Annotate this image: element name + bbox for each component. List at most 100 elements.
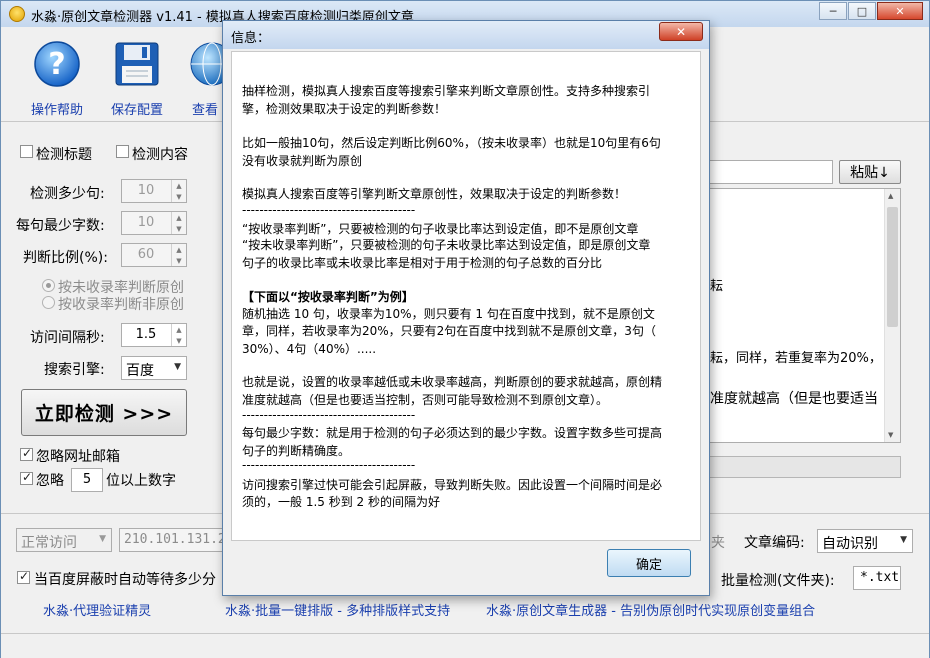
radio-unindexed[interactable] [42, 279, 55, 292]
message-line: 【下面以“按收录率判断”为例】 [242, 290, 414, 304]
dialog-close-button[interactable]: ✕ [659, 22, 703, 41]
min-chars-label: 每句最少字数: [16, 218, 105, 234]
radio-indexed[interactable] [42, 296, 55, 309]
scroll-thumb[interactable] [887, 207, 898, 327]
message-line: ---------------------------------------- [242, 203, 416, 217]
encoding-label: 文章编码: [744, 535, 805, 551]
textarea-line: 耘，同样，若重复率为20%， [710, 351, 882, 366]
url-input[interactable] [707, 160, 833, 184]
engine-value: 百度 [126, 363, 154, 379]
dialog-title-bar[interactable]: 信息： ✕ [223, 21, 709, 49]
ratio-arrows[interactable]: ▲ ▼ [171, 244, 186, 266]
info-dialog: 信息： ✕ 抽样检测，模拟真人搜索百度等搜索引擎来判断文章原创性。支持多种搜索引… [222, 20, 710, 596]
message-line: 随机抽选 10 句，收录率为10%，则只要有 1 句在百度中找到，就不是原创文 [242, 307, 655, 321]
message-line: “按未收录率判断”，只要被检测的句子未收录比率达到设定值，即是原创文章 [242, 238, 651, 252]
ignore-url-checkbox[interactable] [20, 446, 33, 461]
check-content-checkbox[interactable] [116, 145, 129, 158]
access-mode-select[interactable]: 正常访问 ▼ [16, 528, 112, 552]
folder-label-fragment: 夹 [711, 535, 725, 551]
save-icon [115, 42, 159, 86]
link-proxy-checker[interactable]: 水淼·代理验证精灵 [43, 600, 151, 619]
ignore-digits-input[interactable]: 5 [71, 468, 103, 492]
dialog-title: 信息： [231, 31, 271, 46]
ok-button[interactable]: 确定 [607, 549, 691, 577]
encoding-value: 自动识别 [822, 536, 878, 552]
sentences-arrows[interactable]: ▲ ▼ [171, 180, 186, 202]
message-line: 擎，检测效果取决于设定的判断参数！ [242, 102, 447, 116]
globe-icon [190, 42, 222, 86]
article-textarea[interactable]: 耘 耘，同样，若重复率为20%， 准度就越高（但是也要适当 ▲ ▼ [707, 188, 901, 443]
radio-indexed-label: 按收录率判断非原创 [58, 297, 184, 313]
interval-label: 访问间隔秒: [30, 330, 105, 346]
ignore-digits-value: 5 [82, 472, 92, 487]
ratio-label: 判断比例(%): [23, 250, 108, 266]
access-mode-value: 正常访问 [21, 535, 77, 551]
textarea-line: 耘 [710, 279, 724, 294]
ignore-digits-checkbox[interactable] [20, 470, 33, 485]
message-line: “按收录率判断”，只要被检测的句子收录比率达到设定值，即不是原创文章 [242, 222, 639, 236]
chevron-down-icon: ▼ [900, 535, 907, 545]
ratio-value: 60 [137, 247, 155, 262]
maximize-button[interactable]: □ [848, 2, 876, 20]
chevron-down-icon: ▼ [174, 362, 181, 372]
save-config-label: 保存配置 [110, 103, 163, 118]
message-line: 也就是说，设置的收录率越低或未收录率越高，判断原创的要求就越高，原创精 [242, 375, 663, 389]
message-line: 准度就越高（但是也要适当控制，否则可能导致检测不到原创文章）。 [242, 393, 609, 407]
help-icon: ? [34, 41, 80, 87]
textarea-scrollbar[interactable]: ▲ ▼ [884, 189, 900, 442]
ignore-digits-suffix: 位以上数字 [106, 473, 176, 489]
message-line: 比如一般抽10句，然后设定判断比例60%，（按未收录率）也就是10句里有6句 [242, 136, 661, 150]
message-line: 章，同样，若收录率为20%，只要有2句在百度中找到就不是原创文章，3句（ [242, 324, 656, 338]
chevron-down-icon: ▼ [99, 534, 106, 544]
message-line: 模拟真人搜索百度等引擎判断文章原创性，效果取决于设定的判断参数！ [242, 187, 627, 201]
ignore-url-label: 忽略网址邮箱 [36, 449, 120, 465]
view-label: 查看 [192, 103, 219, 118]
help-label: 操作帮助 [30, 103, 83, 118]
message-line: 抽样检测，模拟真人搜索百度等搜索引擎来判断文章原创性。支持多种搜索引 [242, 84, 651, 98]
ignore-digits-prefix: 忽略 [36, 473, 64, 489]
scroll-up-icon[interactable]: ▲ [888, 192, 893, 200]
status-bar [1, 633, 929, 658]
check-content-label: 检测内容 [132, 147, 188, 163]
min-chars-value: 10 [137, 215, 155, 230]
min-chars-stepper[interactable]: 10 ▲ ▼ [121, 211, 187, 235]
sentences-value: 10 [137, 183, 155, 198]
link-article-generator[interactable]: 水淼·原创文章生成器 - 告别伪原创时代实现原创变量组合 [486, 600, 815, 619]
message-line: ---------------------------------------- [242, 408, 416, 422]
min-chars-arrows[interactable]: ▲ ▼ [171, 212, 186, 234]
message-line: 句子的判断精确度。 [242, 444, 351, 458]
message-line: 句子的收录比率或未收录比率是相对于用于检测的句子总数的百分比 [242, 256, 603, 270]
view-button[interactable]: 查看 [182, 39, 222, 118]
scroll-down-icon[interactable]: ▼ [888, 431, 893, 439]
message-line: 每句最少字数：就是用于检测的句子必须达到的最少字数。设置字数多些可提高 [242, 426, 663, 440]
ip-field[interactable]: 210.101.131.2 [119, 528, 227, 552]
dialog-message: 抽样检测，模拟真人搜索百度等搜索引擎来判断文章原创性。支持多种搜索引 擎，检测效… [231, 51, 701, 541]
interval-stepper[interactable]: 1.5 ▲ ▼ [121, 323, 187, 347]
ratio-stepper[interactable]: 60 ▲ ▼ [121, 243, 187, 267]
encoding-select[interactable]: 自动识别 ▼ [817, 529, 913, 553]
message-line: 30%）、4句（40%）..... [242, 342, 377, 356]
link-batch-format[interactable]: 水淼·批量一键排版 - 多种排版样式支持 [225, 600, 450, 619]
minimize-button[interactable]: ─ [819, 2, 847, 20]
engine-select[interactable]: 百度 ▼ [121, 356, 187, 380]
message-line: 没有收录就判断为原创 [242, 154, 363, 168]
start-check-button[interactable]: 立即检测 >>> [21, 389, 187, 436]
interval-value: 1.5 [135, 327, 157, 342]
check-title-checkbox[interactable] [20, 145, 33, 158]
svg-text:?: ? [48, 47, 65, 82]
interval-arrows[interactable]: ▲ ▼ [171, 324, 186, 346]
message-line: 访问搜索引擎过快可能会引起屏蔽，导致判断失败。因此设置一个间隔时间是必 [242, 478, 663, 492]
auto-wait-label: 当百度屏蔽时自动等待多少分 [34, 572, 216, 588]
sentences-stepper[interactable]: 10 ▲ ▼ [121, 179, 187, 203]
help-button[interactable]: ? 操作帮助 [22, 39, 92, 118]
file-extension-field[interactable]: *.txt [853, 566, 901, 590]
save-config-button[interactable]: 保存配置 [102, 39, 172, 118]
check-title-label: 检测标题 [36, 147, 92, 163]
close-button[interactable]: ✕ [877, 2, 923, 20]
batch-folder-label[interactable]: 批量检测(文件夹): [721, 570, 835, 590]
paste-button[interactable]: 粘贴↓ [839, 160, 901, 184]
message-line: 须的，一般 1.5 秒到 2 秒的间隔为好 [242, 495, 440, 509]
auto-wait-checkbox[interactable] [17, 569, 30, 584]
progress-bar [707, 456, 901, 478]
window-controls: ─ □ ✕ [819, 2, 923, 20]
